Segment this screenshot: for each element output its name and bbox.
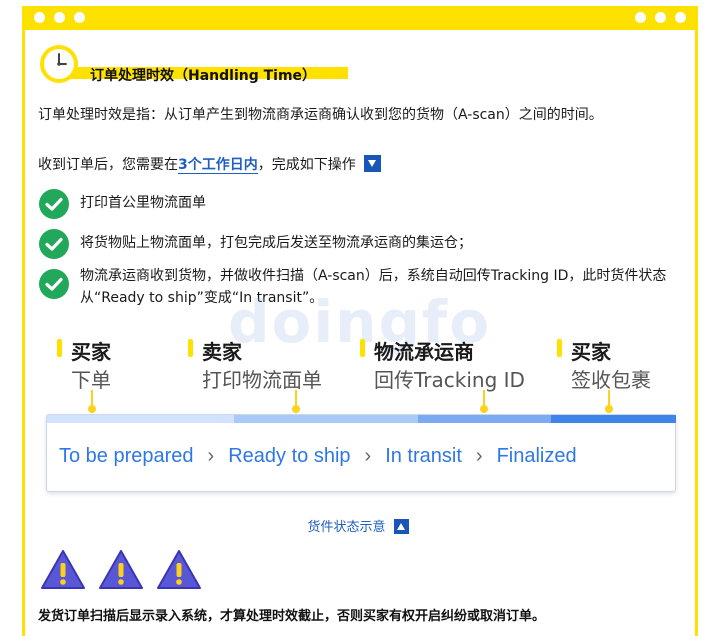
status-finalized: Finalized	[496, 445, 577, 467]
status-flow-box: To be prepared › Ready to ship › In tran…	[46, 414, 676, 492]
warning-icons	[40, 548, 202, 592]
definition-text: 订单处理时效是指：从订单产生到物流商承运商确认收到您的货物（A-scan）之间的…	[38, 107, 603, 123]
window-dots-right	[635, 12, 686, 23]
stage-connector	[292, 390, 300, 413]
step-item: 将货物贴上物流面单，打包完成后发送至物流承运商的集运仓；	[38, 228, 688, 260]
dot-icon	[635, 12, 646, 23]
stage-marker	[557, 339, 562, 357]
clock-icon	[40, 45, 78, 83]
notice-text: 发货订单扫描后显示录入系统，才算处理时效截止，否则买家有权开启纠纷或取消订单。	[38, 609, 546, 624]
dot-icon	[34, 12, 45, 23]
status-to-be-prepared: To be prepared	[59, 445, 194, 467]
stage-action: 下单	[71, 368, 111, 392]
section-header: 订单处理时效（Handling Time）	[38, 43, 348, 89]
stage-connector	[605, 390, 613, 413]
step-item: 打印首公里物流面单	[38, 188, 688, 220]
section-title: 订单处理时效（Handling Time）	[90, 68, 317, 84]
progress-segment	[418, 415, 551, 423]
deadline-highlight: 3个工作日内	[178, 157, 258, 174]
warning-icon	[41, 550, 85, 589]
chevron-right-icon: ›	[475, 445, 483, 467]
caption-text: 货件状态示意	[307, 520, 386, 535]
deadline-text: 收到订单后，您需要在3个工作日内，完成如下操作	[38, 154, 688, 176]
step-text: 将货物贴上物流面单，打包完成后发送至物流承运商的集运仓；	[80, 235, 472, 251]
stage-actor: 物流承运商	[374, 340, 474, 364]
progress-segment	[47, 415, 234, 423]
window-title-bar	[22, 6, 698, 30]
stage-connector	[480, 390, 488, 413]
stage-marker	[57, 339, 62, 357]
stage-marker	[360, 339, 365, 357]
collapse-up-icon[interactable]	[393, 519, 409, 534]
status-row: To be prepared › Ready to ship › In tran…	[59, 445, 577, 468]
progress-segment	[551, 415, 676, 423]
chevron-right-icon: ›	[207, 445, 215, 467]
progress-segment	[234, 415, 418, 423]
stage-actor: 买家	[571, 340, 611, 364]
chevron-right-icon: ›	[364, 445, 372, 467]
status-in-transit: In transit	[385, 445, 462, 467]
dot-icon	[74, 12, 85, 23]
dot-icon	[54, 12, 65, 23]
status-ready-to-ship: Ready to ship	[228, 445, 351, 467]
deadline-prefix: 收到订单后，您需要在	[38, 157, 178, 173]
stage-marker	[188, 339, 193, 357]
dot-icon	[675, 12, 686, 23]
stage-actor: 买家	[71, 340, 111, 364]
check-icon	[39, 189, 69, 219]
stage-action: 打印物流面单	[202, 368, 322, 392]
stage-action: 签收包裹	[571, 368, 651, 392]
expand-down-icon[interactable]	[363, 155, 381, 172]
warning-icon	[99, 550, 143, 589]
deadline-suffix: ，完成如下操作	[257, 157, 356, 173]
dot-icon	[655, 12, 666, 23]
check-icon	[39, 269, 69, 299]
warning-icon	[157, 550, 201, 589]
step-text: 打印首公里物流面单	[80, 195, 206, 211]
stage-connector	[88, 390, 96, 413]
window-dots-left	[34, 12, 85, 23]
diagram-caption: 货件状态示意	[0, 516, 716, 535]
stage-actor: 卖家	[202, 340, 242, 364]
stage-action: 回传Tracking ID	[374, 368, 525, 392]
check-icon	[39, 229, 69, 259]
